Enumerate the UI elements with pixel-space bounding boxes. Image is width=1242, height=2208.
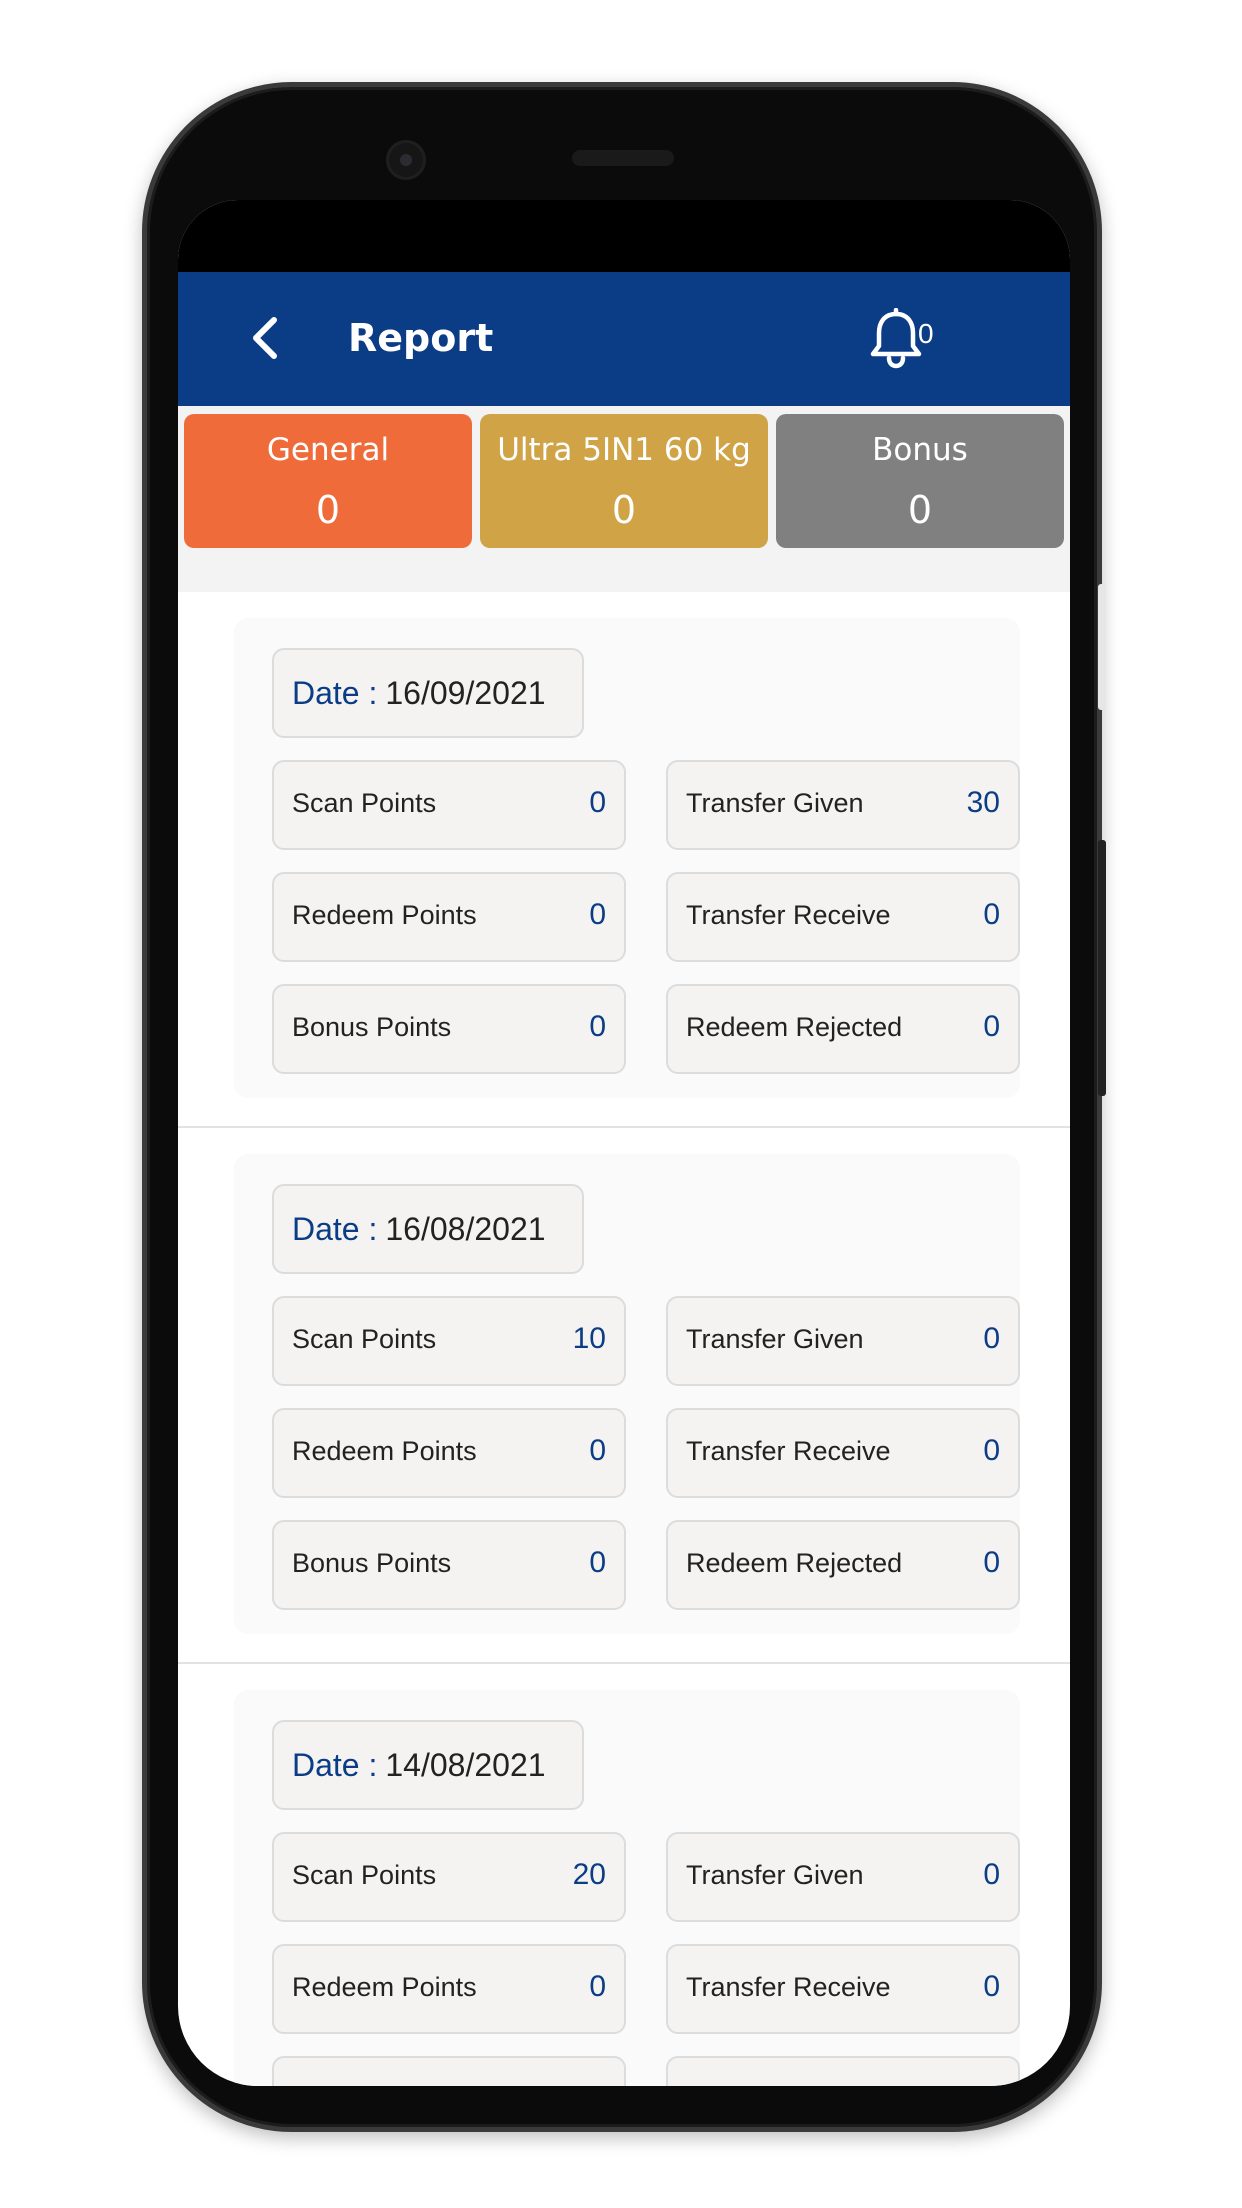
status-bar (178, 200, 1070, 272)
stat-scan-points: Scan Points 10 (272, 1296, 626, 1386)
date-value: 16/09/2021 (385, 675, 546, 711)
tab-ultra-5in1[interactable]: Ultra 5IN1 60 kg 0 (480, 414, 768, 548)
stat-transfer-given: Transfer Given 0 (666, 1832, 1020, 1922)
tab-label: Ultra 5IN1 60 kg (497, 432, 751, 468)
stat-value: 0 (589, 1010, 606, 1043)
stat-value: 0 (983, 898, 1000, 931)
tab-general[interactable]: General 0 (184, 414, 472, 548)
stat-value: 0 (589, 1434, 606, 1467)
bell-icon (870, 307, 922, 369)
notification-badge: 0 (918, 318, 934, 349)
stat-partial-left (272, 2056, 626, 2086)
app-screen: Report 0 General 0 Ultra 5IN1 60 kg 0 Bo… (178, 200, 1070, 2086)
tab-value: 0 (907, 488, 933, 532)
report-section: Date :16/09/2021 Scan Points 0 Transfer … (178, 592, 1070, 1128)
stat-label: Redeem Points (292, 1436, 477, 1466)
points-summary-tabs: General 0 Ultra 5IN1 60 kg 0 Bonus 0 (178, 406, 1070, 592)
stat-label: Transfer Receive (686, 1436, 891, 1466)
stat-label: Transfer Receive (686, 900, 891, 930)
stat-redeem-points: Redeem Points 0 (272, 1408, 626, 1498)
stat-label: Redeem Rejected (686, 1548, 903, 1578)
app-bar: Report 0 (178, 272, 1070, 406)
stat-value: 30 (966, 786, 1000, 819)
stat-value: 0 (983, 1010, 1000, 1043)
front-camera (386, 140, 426, 180)
earpiece-speaker (572, 150, 674, 166)
date-value: 16/08/2021 (385, 1211, 546, 1247)
tab-bonus[interactable]: Bonus 0 (776, 414, 1064, 548)
stat-transfer-given: Transfer Given 0 (666, 1296, 1020, 1386)
stat-transfer-receive: Transfer Receive 0 (666, 1944, 1020, 2034)
tab-label: Bonus (872, 432, 968, 468)
date-label: Date : (292, 1211, 378, 1247)
stat-redeem-points: Redeem Points 0 (272, 872, 626, 962)
report-date: Date :16/08/2021 (272, 1184, 584, 1274)
stat-redeem-points: Redeem Points 0 (272, 1944, 626, 2034)
stat-label: Redeem Rejected (686, 1012, 903, 1042)
back-button[interactable] (238, 308, 298, 368)
stat-label: Transfer Given (686, 1324, 864, 1354)
stat-redeem-rejected: Redeem Rejected 0 (666, 984, 1020, 1074)
date-value: 14/08/2021 (385, 1747, 546, 1783)
stat-label: Redeem Points (292, 900, 477, 930)
stat-bonus-points: Bonus Points 0 (272, 1520, 626, 1610)
tab-value: 0 (315, 488, 341, 532)
report-date: Date :16/09/2021 (272, 648, 584, 738)
stat-label: Scan Points (292, 1324, 437, 1354)
stat-label: Transfer Given (686, 1860, 864, 1890)
stat-label: Redeem Points (292, 1972, 477, 2002)
tab-value: 0 (611, 488, 637, 532)
stat-scan-points: Scan Points 20 (272, 1832, 626, 1922)
stat-transfer-receive: Transfer Receive 0 (666, 1408, 1020, 1498)
stat-value: 0 (589, 1970, 606, 2003)
date-label: Date : (292, 1747, 378, 1783)
report-section: Date :14/08/2021 Scan Points 20 Transfer… (178, 1664, 1070, 2086)
stat-value: 0 (589, 1546, 606, 1579)
stat-value: 20 (572, 1858, 606, 1891)
page-title: Report (348, 316, 494, 360)
stat-value: 0 (983, 1858, 1000, 1891)
stat-partial-right (666, 2056, 1020, 2086)
stat-value: 0 (983, 1322, 1000, 1355)
report-date: Date :14/08/2021 (272, 1720, 584, 1810)
stat-bonus-points: Bonus Points 0 (272, 984, 626, 1074)
tab-label: General (266, 432, 390, 468)
stat-transfer-given: Transfer Given 30 (666, 760, 1020, 850)
notifications-button[interactable] (868, 307, 924, 370)
stat-label: Scan Points (292, 788, 437, 818)
stat-label: Bonus Points (292, 1012, 452, 1042)
stat-transfer-receive: Transfer Receive 0 (666, 872, 1020, 962)
stat-label: Transfer Receive (686, 1972, 891, 2002)
stat-label: Transfer Given (686, 788, 864, 818)
side-button-volume (1098, 840, 1106, 1096)
stat-value: 0 (983, 1546, 1000, 1579)
stat-value: 10 (572, 1322, 606, 1355)
stat-value: 0 (589, 786, 606, 819)
stat-value: 0 (589, 898, 606, 931)
stat-redeem-rejected: Redeem Rejected 0 (666, 1520, 1020, 1610)
stat-scan-points: Scan Points 0 (272, 760, 626, 850)
stat-label: Bonus Points (292, 1548, 452, 1578)
report-section: Date :16/08/2021 Scan Points 10 Transfer… (178, 1128, 1070, 1664)
stat-value: 0 (983, 1970, 1000, 2003)
side-button-power (1098, 584, 1106, 710)
stat-label: Scan Points (292, 1860, 437, 1890)
chevron-left-icon (253, 317, 277, 359)
date-label: Date : (292, 675, 378, 711)
stat-value: 0 (983, 1434, 1000, 1467)
